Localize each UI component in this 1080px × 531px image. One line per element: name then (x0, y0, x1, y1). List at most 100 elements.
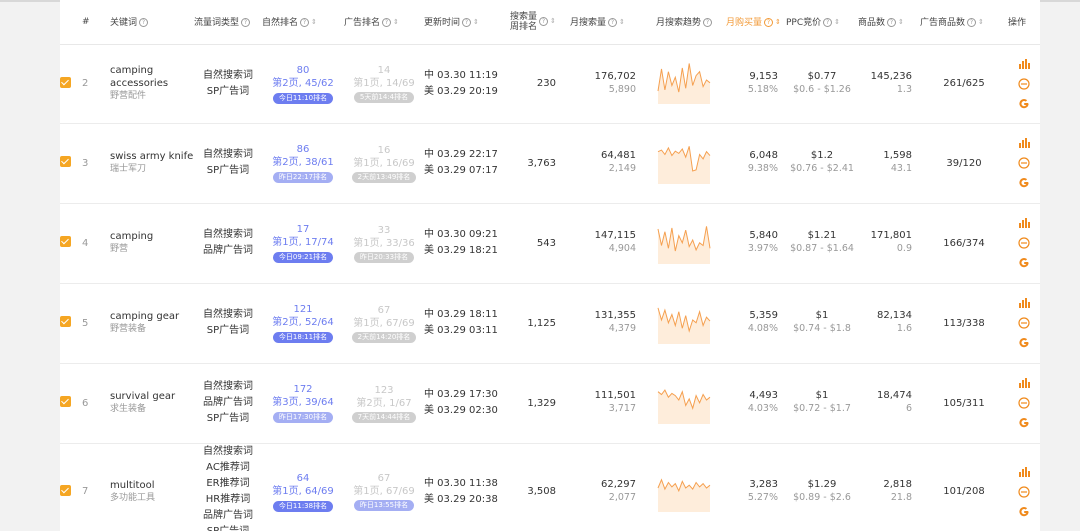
ad-products-cell: 39/120 (920, 123, 1008, 204)
bar-chart-icon[interactable] (1017, 216, 1031, 230)
sort-icon[interactable]: ⇕ (619, 19, 625, 26)
sort-icon-active[interactable]: ⇕ (775, 19, 781, 26)
bar-chart-icon[interactable] (1017, 136, 1031, 150)
ad-rank-value[interactable]: 14 (344, 64, 424, 77)
row-checkbox[interactable] (60, 156, 71, 167)
help-icon[interactable]: ? (300, 18, 310, 28)
natural-rank-value[interactable]: 64 (262, 472, 344, 485)
trend-sparkline[interactable] (656, 140, 712, 184)
header-traffic-type[interactable]: 流量词类型? (194, 0, 262, 45)
remove-icon[interactable] (1017, 77, 1031, 91)
row-checkbox[interactable] (60, 76, 71, 88)
row-checkbox[interactable] (60, 396, 71, 407)
help-icon[interactable]: ? (703, 18, 713, 28)
natural-rank-value[interactable]: 86 (262, 143, 344, 156)
ppc-range: $0.74 - $1.8 (793, 323, 851, 334)
sort-icon[interactable]: ⇕ (834, 19, 840, 26)
sort-icon[interactable]: ⇕ (311, 19, 317, 26)
row-checkbox[interactable] (60, 484, 71, 496)
natural-rank-value[interactable]: 121 (262, 303, 344, 316)
header-monthly-trend[interactable]: 月搜索趋势? (656, 0, 726, 45)
help-icon[interactable]: ? (539, 17, 549, 27)
row-checkbox[interactable] (60, 236, 71, 247)
keyword-translation: 瑞士军刀 (110, 164, 147, 174)
ad-products-cell: 261/625 (920, 44, 1008, 124)
trend-sparkline[interactable] (656, 468, 712, 512)
ad-rank-value[interactable]: 67 (344, 304, 424, 317)
sort-icon[interactable]: ⇕ (978, 19, 984, 26)
products-ratio: 21.8 (890, 491, 912, 503)
keyword-text[interactable]: swiss army knife (110, 150, 194, 163)
keyword-text[interactable]: camping (110, 230, 194, 243)
google-icon[interactable] (1017, 416, 1031, 430)
trend-sparkline[interactable] (656, 60, 712, 104)
bar-chart-icon[interactable] (1017, 465, 1031, 479)
ppc-value: $1.2 (810, 150, 834, 161)
keyword-text[interactable]: multitool (110, 479, 194, 492)
sort-icon[interactable]: ⇕ (550, 18, 556, 25)
help-icon[interactable]: ? (887, 18, 897, 28)
ad-rank-value[interactable]: 123 (344, 384, 424, 397)
help-icon[interactable]: ? (608, 18, 618, 28)
header-monthly-purchase[interactable]: 月购买量? ⇕ (726, 0, 786, 45)
keyword-translation: 野营 (110, 244, 129, 254)
trend-cell (656, 203, 726, 284)
keyword-text[interactable]: camping accessories (110, 64, 194, 90)
update-time-cn: 中 03.30 11:19 (424, 69, 498, 81)
keyword-text[interactable]: survival gear (110, 390, 194, 403)
products-ratio: 0.9 (896, 243, 912, 254)
google-icon[interactable] (1017, 336, 1031, 350)
header-ppc[interactable]: PPC竞价? ⇕ (786, 0, 858, 45)
header-search-rank[interactable]: 搜索量 周排名 ? ⇕ (510, 0, 570, 45)
header-monthly-search[interactable]: 月搜索量? ⇕ (570, 0, 656, 45)
row-index: 3 (82, 157, 89, 169)
update-time-us: 美 03.29 03:11 (424, 325, 498, 336)
google-icon[interactable] (1017, 97, 1031, 111)
remove-icon[interactable] (1017, 236, 1031, 250)
ad-rank-value[interactable]: 67 (344, 472, 424, 485)
ad-rank-value[interactable]: 33 (344, 224, 424, 237)
trend-sparkline[interactable] (656, 380, 712, 424)
help-icon[interactable]: ? (139, 18, 149, 28)
header-natural-rank[interactable]: 自然排名? ⇕ (262, 0, 344, 45)
google-icon[interactable] (1017, 505, 1031, 519)
bar-chart-icon[interactable] (1017, 296, 1031, 310)
google-icon[interactable] (1017, 256, 1031, 270)
remove-icon[interactable] (1017, 316, 1031, 330)
help-icon[interactable]: ? (241, 18, 251, 28)
natural-rank-value[interactable]: 17 (262, 223, 344, 236)
traffic-type-item: AC推荐词 (206, 461, 250, 473)
keyword-text[interactable]: camping gear (110, 310, 194, 323)
remove-icon[interactable] (1017, 485, 1031, 499)
bar-chart-icon[interactable] (1017, 57, 1031, 71)
header-update-time[interactable]: 更新时间? ⇕ (424, 0, 510, 45)
header-products[interactable]: 商品数? ⇕ (858, 0, 920, 45)
header-keyword[interactable]: 关键词? (110, 0, 194, 45)
sort-icon[interactable]: ⇕ (393, 19, 399, 26)
google-icon[interactable] (1017, 176, 1031, 190)
natural-rank-value[interactable]: 80 (262, 64, 344, 77)
natural-rank-value[interactable]: 172 (262, 383, 344, 396)
sort-icon[interactable]: ⇕ (898, 19, 904, 26)
natural-rank-badge: 昨日17:30排名 (272, 412, 334, 423)
help-icon[interactable]: ? (823, 18, 833, 28)
help-icon[interactable]: ? (382, 18, 392, 28)
ad-rank-badge: 昨日20:33排名 (353, 251, 415, 263)
help-icon[interactable]: ? (764, 18, 774, 28)
monthly-search-value: 111,501 (594, 390, 636, 401)
header-ad-products[interactable]: 广告商品数? ⇕ (920, 0, 1008, 45)
remove-icon[interactable] (1017, 156, 1031, 170)
sort-icon[interactable]: ⇕ (473, 19, 479, 26)
products-value: 82,134 (877, 310, 912, 321)
ad-rank-value[interactable]: 16 (344, 144, 424, 157)
header-ad-rank[interactable]: 广告排名? ⇕ (344, 0, 424, 45)
purchase-rate: 3.97% (747, 243, 778, 254)
trend-sparkline[interactable] (656, 220, 712, 264)
remove-icon[interactable] (1017, 396, 1031, 410)
help-icon[interactable]: ? (967, 18, 977, 28)
row-checkbox[interactable] (60, 316, 71, 327)
bar-chart-icon[interactable] (1017, 376, 1031, 390)
natural-rank-cell: 86 第2页, 38/61 昨日22:17排名 (262, 123, 344, 204)
trend-sparkline[interactable] (656, 300, 712, 344)
help-icon[interactable]: ? (462, 18, 472, 28)
